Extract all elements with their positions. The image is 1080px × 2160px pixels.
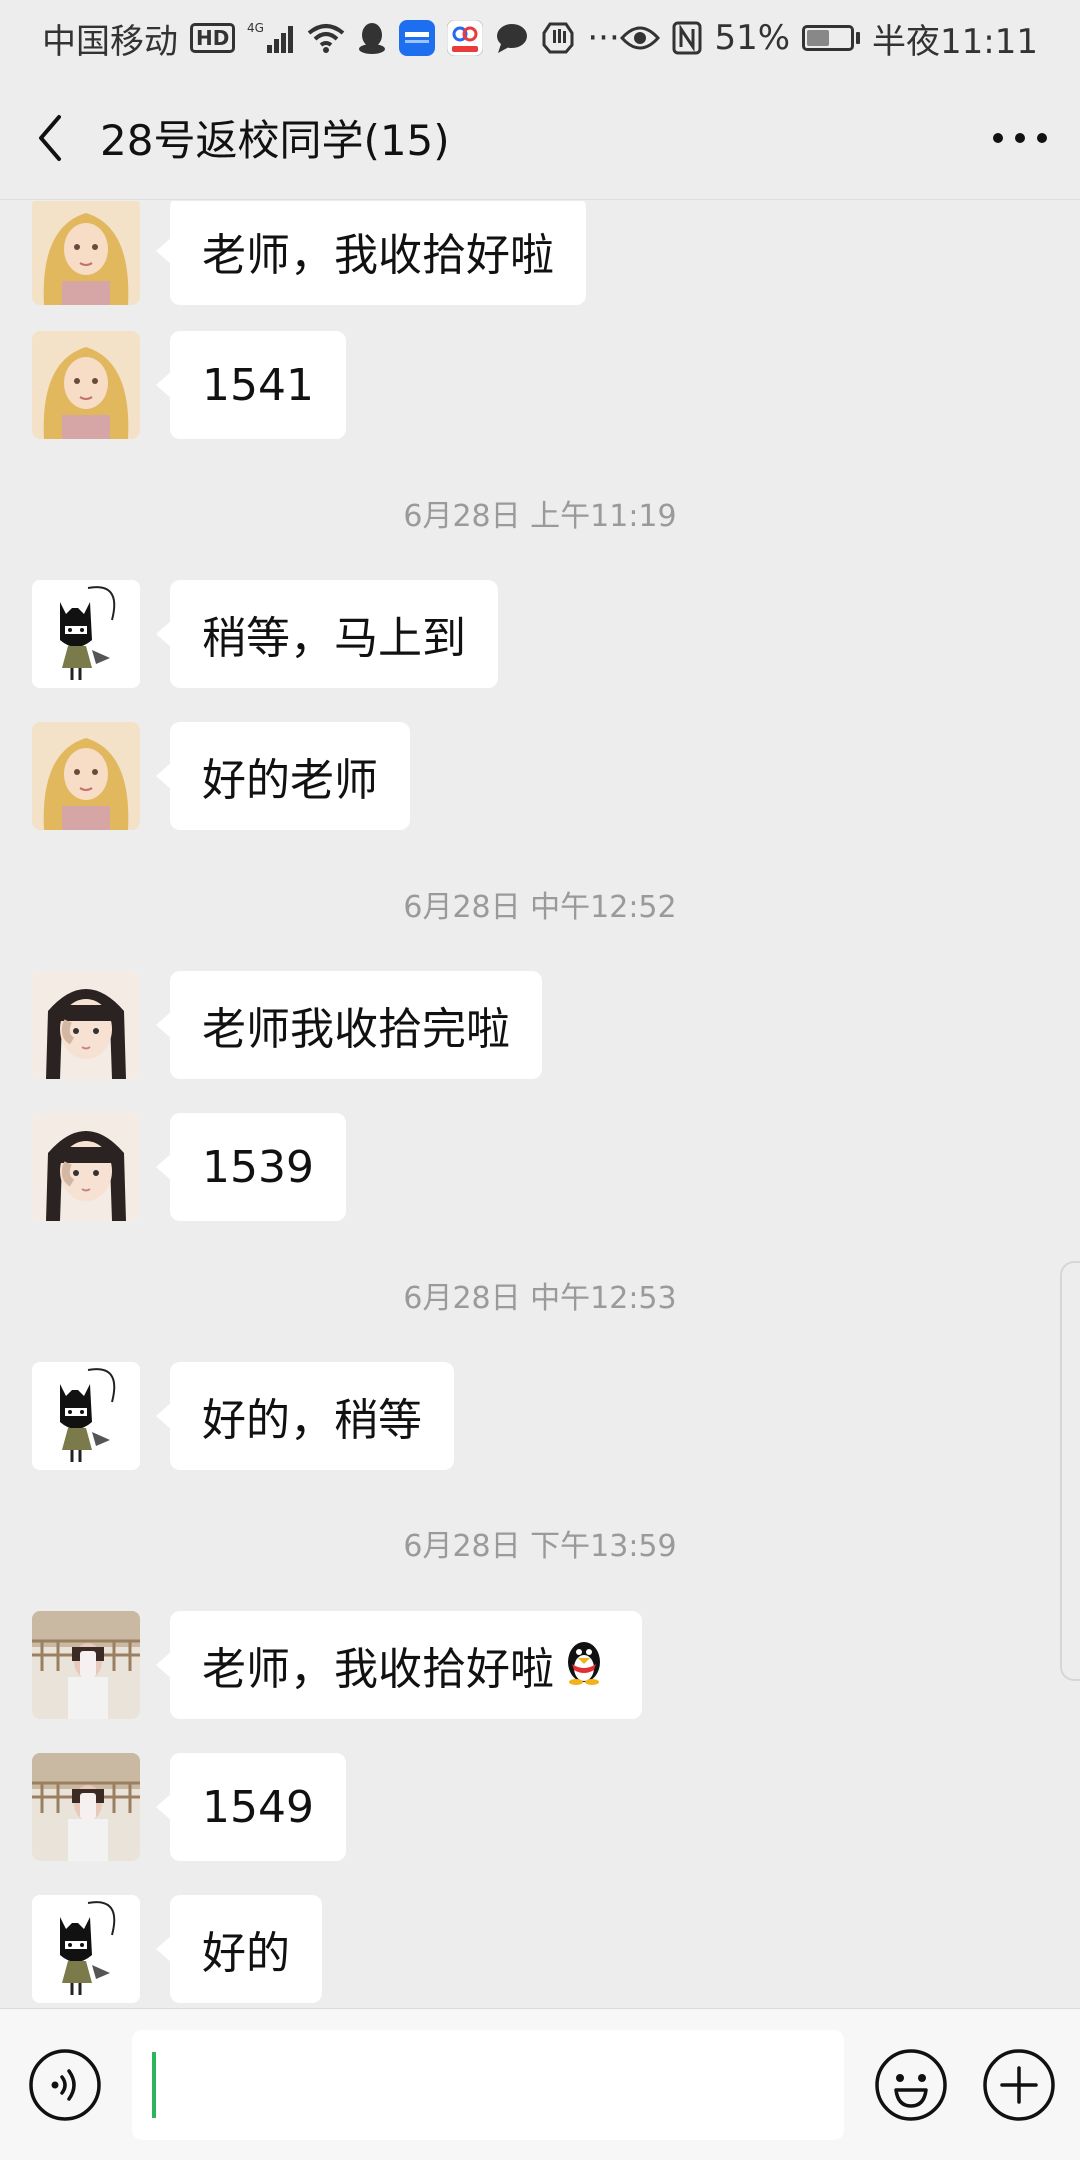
voice-icon [29,2048,101,2121]
avatar-photo[interactable] [32,1753,140,1861]
avatar-girl[interactable] [32,971,140,1079]
clock: 半夜11:11 [872,21,1038,62]
message-item: 1541 [32,331,346,439]
back-button[interactable] [0,76,100,200]
hd-badge: HD [190,23,236,53]
more-options-button[interactable] [960,76,1080,200]
svg-text:4G: 4G [247,21,264,35]
avatar-blonde[interactable] [32,201,140,305]
message-input[interactable] [132,2029,844,2140]
avatar-blonde[interactable] [32,722,140,830]
penguin-icon [558,1634,610,1697]
more-notifications-icon: ··· [587,18,620,58]
avatar-girl[interactable] [32,1113,140,1221]
message-item: 稍等，马上到 [32,580,498,688]
autohome-app-icon [399,20,436,56]
baidu-app-icon [447,20,484,56]
chat-header: 28号返校同学(15) [0,76,1080,200]
plus-icon [983,2048,1055,2121]
avatar-batman[interactable] [32,1895,140,2003]
message-item: 好的 [32,1895,322,2003]
battery-icon [802,25,861,51]
wifi-icon [307,23,345,53]
avatar-photo[interactable] [32,1611,140,1719]
message-timestamp: 6月28日 上午11:19 [403,499,677,534]
message-bubble[interactable]: 1549 [156,1753,346,1861]
message-timestamp: 6月28日 下午13:59 [403,1529,677,1564]
message-bubble[interactable]: 稍等，马上到 [156,580,498,688]
avatar-batman[interactable] [32,580,140,688]
more-functions-button[interactable] [982,2048,1056,2122]
nfc-icon [672,21,702,55]
hand-icon [541,21,575,55]
message-item: 老师，我收拾好啦 [32,1611,642,1719]
message-bubble[interactable]: 好的老师 [156,722,410,830]
smiley-icon [875,2048,947,2121]
message-text: 老师，我收拾好啦 [202,1644,554,1695]
message-item: 好的老师 [32,722,410,830]
message-list[interactable]: 老师，我收拾好啦 1541 6月28日 上午11:19 稍等，马上到 好的老师 … [0,201,1080,2007]
message-bubble[interactable]: 老师，我收拾好啦 [156,1611,642,1719]
message-bubble[interactable]: 好的 [156,1895,322,2003]
eye-icon [620,24,661,52]
status-bar-left: 中国移动 HD 4G ··· [42,14,620,63]
input-bar [0,2008,1080,2160]
wechat-chat-screen: 中国移动 HD 4G ··· 51% 半夜11:11 28号返校同学(15) 老… [0,0,1080,2160]
message-item: 老师，我收拾好啦 [32,201,586,305]
message-bubble[interactable]: 好的，稍等 [156,1362,454,1470]
message-bubble[interactable]: 1539 [156,1113,346,1221]
message-item: 1549 [32,1753,346,1861]
message-bubble[interactable]: 老师我收拾完啦 [156,971,542,1079]
battery-percent: 51% [714,18,791,58]
voice-input-button[interactable] [28,2048,102,2122]
text-caret [152,2051,156,2118]
avatar-batman[interactable] [32,1362,140,1470]
message-item: 1539 [32,1113,346,1221]
signal-icon: 4G [247,21,295,55]
message-timestamp: 6月28日 中午12:53 [403,1281,677,1316]
message-timestamp: 6月28日 中午12:52 [403,890,677,925]
chat-bubble-icon [495,22,529,54]
chevron-left-icon [39,114,61,161]
message-item: 好的，稍等 [32,1362,454,1470]
more-dots-icon [993,132,1047,143]
qq-icon [357,21,387,55]
scroll-handle[interactable] [1060,1261,1080,1681]
status-bar: 中国移动 HD 4G ··· 51% 半夜11:11 [0,0,1080,76]
status-bar-right: 51% 半夜11:11 [620,14,1038,63]
avatar-blonde[interactable] [32,331,140,439]
emoji-button[interactable] [874,2048,948,2122]
message-bubble[interactable]: 1541 [156,331,346,439]
message-item: 老师我收拾完啦 [32,971,542,1079]
chat-title: 28号返校同学(15) [100,116,450,165]
carrier-name: 中国移动 [42,21,178,62]
message-bubble[interactable]: 老师，我收拾好啦 [156,201,586,305]
